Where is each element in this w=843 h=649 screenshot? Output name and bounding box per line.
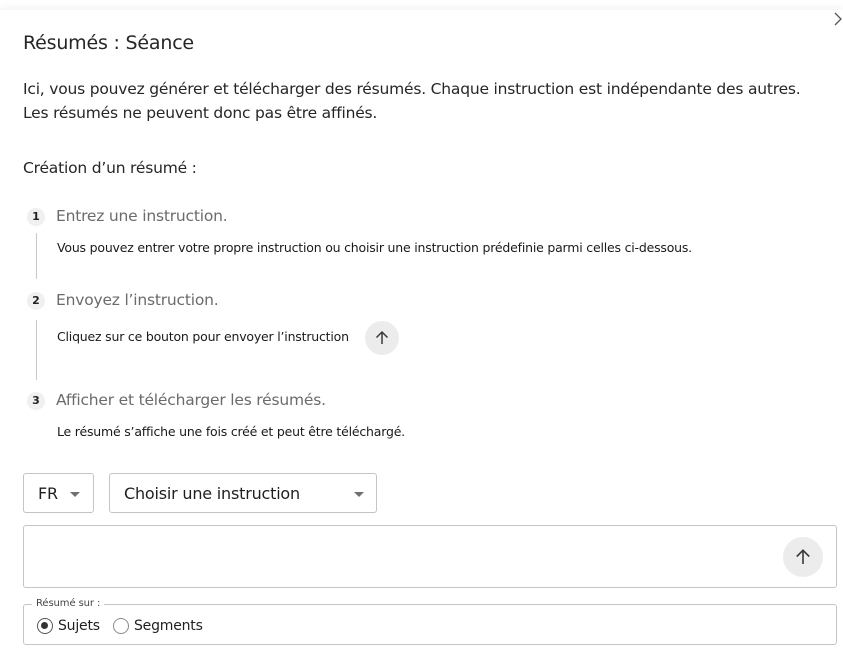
step-2-description: Cliquez sur ce bouton pour envoyer l’ins… <box>57 329 349 344</box>
step-2-connector <box>36 320 37 380</box>
language-select-value: FR <box>38 483 58 503</box>
step-3-number: 3 <box>27 392 45 410</box>
caret-down-icon <box>70 492 80 497</box>
step-2-title: Envoyez l’instruction. <box>56 291 219 309</box>
intro-text: Ici, vous pouvez générer et télécharger … <box>23 80 801 122</box>
creation-heading: Création d’un résumé : <box>23 159 197 177</box>
summary-on-legend: Résumé sur : <box>32 598 105 609</box>
close-chevron-icon[interactable] <box>834 12 843 28</box>
radio-segments[interactable] <box>113 618 129 634</box>
page-title: Résumés : Séance <box>23 32 194 54</box>
inline-send-icon <box>365 321 399 355</box>
radio-sujets-label[interactable]: Sujets <box>58 618 100 634</box>
language-select[interactable]: FR <box>23 473 94 513</box>
step-2-number: 2 <box>27 292 45 310</box>
send-button[interactable] <box>783 537 823 577</box>
radio-checked-dot <box>41 622 48 629</box>
radio-segments-label[interactable]: Segments <box>134 618 203 634</box>
step-3-description: Le résumé s’affiche une fois créé et peu… <box>57 424 405 439</box>
caret-down-icon <box>354 492 364 497</box>
step-1-connector <box>36 233 37 279</box>
step-1-description: Vous pouvez entrer votre propre instruct… <box>57 240 692 255</box>
instruction-input[interactable] <box>23 525 837 588</box>
instruction-select[interactable]: Choisir une instruction <box>109 473 377 513</box>
step-3-title: Afficher et télécharger les résumés. <box>56 391 326 409</box>
step-1-title: Entrez une instruction. <box>56 207 228 225</box>
arrow-up-icon <box>375 330 389 344</box>
step-1-number: 1 <box>27 208 45 226</box>
radio-sujets[interactable] <box>37 618 53 634</box>
arrow-up-icon <box>796 549 810 564</box>
instruction-select-value: Choisir une instruction <box>124 483 300 503</box>
